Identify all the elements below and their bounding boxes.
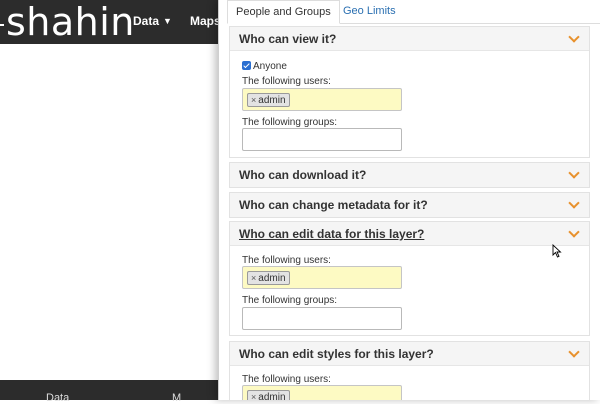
brand-name: shahin	[6, 0, 135, 44]
section-edit-styles-title: Who can edit styles for this layer?	[239, 347, 434, 361]
remove-tag-icon[interactable]: ×	[251, 273, 256, 283]
section-edit-data-header[interactable]: Who can edit data for this layer?	[230, 222, 589, 246]
anyone-checkbox[interactable]	[242, 61, 251, 70]
section-edit-styles-header[interactable]: Who can edit styles for this layer?	[230, 342, 589, 366]
edit-styles-users-input[interactable]: × admin	[242, 385, 402, 400]
user-tag-label: admin	[258, 392, 286, 400]
view-groups-label: The following groups:	[242, 117, 338, 128]
section-metadata-title: Who can change metadata for it?	[239, 198, 428, 212]
chevron-down-icon[interactable]	[568, 33, 580, 45]
edit-styles-users-label: The following users:	[242, 374, 331, 385]
tab-people-and-groups[interactable]: People and Groups	[227, 0, 340, 24]
chevron-down-icon[interactable]	[568, 348, 580, 360]
user-tag-label: admin	[258, 95, 286, 106]
section-download-title: Who can download it?	[239, 168, 367, 182]
mouse-cursor-icon	[552, 244, 562, 258]
chevron-down-icon: ▼	[163, 16, 172, 26]
chevron-down-icon[interactable]	[568, 169, 580, 181]
section-edit-data: Who can edit data for this layer? The fo…	[229, 221, 590, 336]
section-download: Who can download it?	[229, 162, 590, 188]
user-tag-admin[interactable]: × admin	[247, 93, 290, 107]
logo-mark-icon	[0, 23, 4, 26]
footer-link-data[interactable]: Data	[46, 392, 69, 404]
section-view-title: Who can view it?	[239, 32, 337, 46]
section-edit-data-title: Who can edit data for this layer?	[239, 227, 425, 241]
nav-maps-menu[interactable]: Maps	[190, 14, 221, 28]
view-users-label: The following users:	[242, 76, 331, 87]
user-tag-label: admin	[258, 273, 286, 284]
edit-data-users-label: The following users:	[242, 255, 331, 266]
section-metadata-header[interactable]: Who can change metadata for it?	[230, 193, 589, 217]
edit-data-groups-input[interactable]	[242, 307, 402, 330]
section-download-header[interactable]: Who can download it?	[230, 163, 589, 187]
nav-maps-label: Maps	[190, 14, 221, 28]
anyone-label: Anyone	[253, 61, 287, 72]
nav-data-label: Data	[133, 14, 160, 28]
section-view: Who can view it? Anyone The following us…	[229, 26, 590, 158]
view-users-input[interactable]: × admin	[242, 88, 402, 111]
brand-logo[interactable]: shahin	[0, 2, 135, 42]
user-tag-admin[interactable]: × admin	[247, 390, 290, 400]
section-metadata: Who can change metadata for it?	[229, 192, 590, 218]
edit-data-users-input[interactable]: × admin	[242, 266, 402, 289]
anyone-checkbox-row[interactable]: Anyone	[242, 61, 287, 72]
user-tag-admin[interactable]: × admin	[247, 271, 290, 285]
chevron-down-icon[interactable]	[568, 228, 580, 240]
section-edit-styles: Who can edit styles for this layer? The …	[229, 341, 590, 400]
nav-data-menu[interactable]: Data ▼	[133, 14, 172, 28]
permissions-panel: People and Groups Geo Limits Who can vie…	[218, 0, 600, 400]
chevron-down-icon[interactable]	[568, 199, 580, 211]
tab-geo-limits[interactable]: Geo Limits	[335, 0, 404, 24]
footer-link-maps[interactable]: M	[172, 392, 181, 404]
edit-data-groups-label: The following groups:	[242, 295, 338, 306]
section-view-header[interactable]: Who can view it?	[230, 27, 589, 51]
permission-tabs: People and Groups Geo Limits	[227, 0, 600, 24]
remove-tag-icon[interactable]: ×	[251, 95, 256, 105]
view-groups-input[interactable]	[242, 128, 402, 151]
remove-tag-icon[interactable]: ×	[251, 392, 256, 400]
